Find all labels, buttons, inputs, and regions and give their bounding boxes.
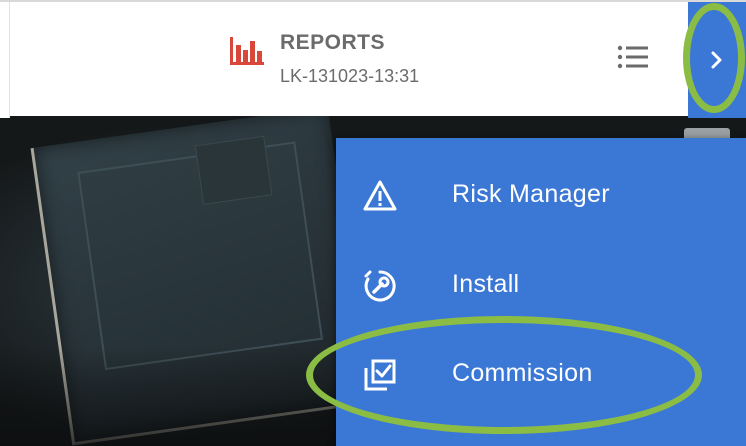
list-icon[interactable] xyxy=(616,42,650,72)
page-title: REPORTS xyxy=(280,31,386,54)
warning-triangle-icon xyxy=(363,180,397,211)
chevron-right-icon xyxy=(711,51,722,69)
bar-chart-icon xyxy=(230,37,264,65)
menu-item-label: Install xyxy=(452,270,520,298)
expand-menu-button[interactable] xyxy=(688,2,746,118)
menu-item-label: Commission xyxy=(452,359,593,387)
menu-item-commission[interactable]: Commission xyxy=(336,335,746,413)
side-menu: Risk Manager Install Commission xyxy=(336,138,746,446)
checkbox-stack-icon xyxy=(364,359,396,391)
header-bar: REPORTS LK-131023-13:31 xyxy=(0,0,746,118)
wrench-circle-icon xyxy=(364,270,396,302)
report-id: LK-131023-13:31 xyxy=(280,66,420,86)
app-screen: REPORTS LK-131023-13:31 Risk Manager Ins… xyxy=(0,0,746,446)
menu-item-install[interactable]: Install xyxy=(336,246,746,324)
menu-item-risk-manager[interactable]: Risk Manager xyxy=(336,156,746,234)
menu-item-label: Risk Manager xyxy=(452,180,610,208)
